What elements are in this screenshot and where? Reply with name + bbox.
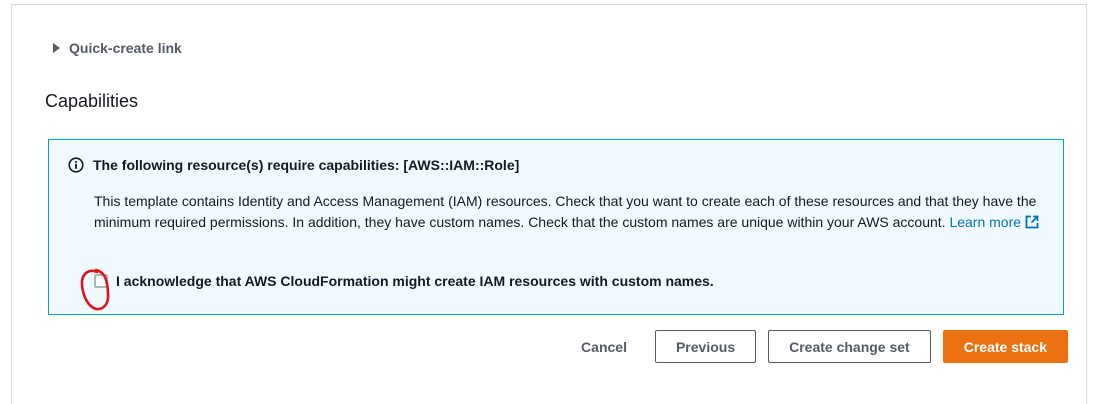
- learn-more-link-text: Learn more: [949, 214, 1022, 230]
- create-change-set-button[interactable]: Create change set: [768, 330, 931, 363]
- previous-button[interactable]: Previous: [654, 330, 757, 363]
- alert-heading: The following resource(s) require capabi…: [93, 157, 520, 173]
- form-actions: Cancel Previous Create change set Create…: [565, 330, 1068, 363]
- cancel-button[interactable]: Cancel: [565, 330, 643, 363]
- alert-header: The following resource(s) require capabi…: [68, 157, 519, 173]
- acknowledge-row: I acknowledge that AWS CloudFormation mi…: [94, 273, 714, 289]
- info-icon: [68, 157, 84, 173]
- caret-right-icon: [53, 43, 60, 53]
- alert-body: This template contains Identity and Acce…: [94, 191, 1049, 233]
- capabilities-info-alert: The following resource(s) require capabi…: [48, 139, 1064, 315]
- learn-more-link[interactable]: Learn more: [949, 214, 1039, 230]
- create-stack-button[interactable]: Create stack: [942, 330, 1068, 363]
- external-link-icon: [1025, 215, 1039, 229]
- acknowledge-label: I acknowledge that AWS CloudFormation mi…: [116, 273, 714, 289]
- quick-create-link-label: Quick-create link: [69, 40, 182, 56]
- alert-body-text: This template contains Identity and Acce…: [94, 193, 1037, 230]
- acknowledge-checkbox[interactable]: [94, 274, 108, 288]
- capabilities-heading: Capabilities: [45, 91, 139, 111]
- quick-create-link-expander[interactable]: Quick-create link: [53, 40, 182, 56]
